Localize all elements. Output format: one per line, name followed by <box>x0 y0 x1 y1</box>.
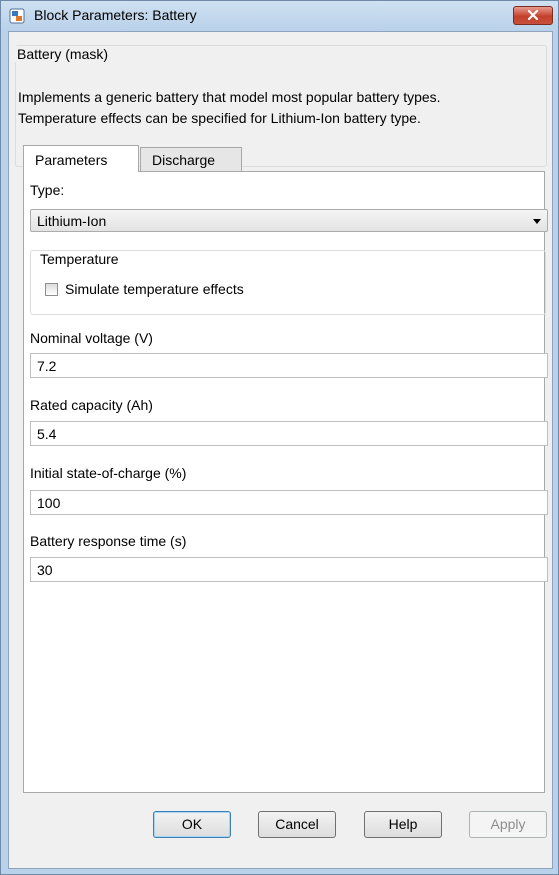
type-dropdown-value: Lithium-Ion <box>37 213 107 229</box>
type-label: Type: <box>30 182 65 198</box>
type-dropdown[interactable]: Lithium-Ion <box>30 209 548 232</box>
mask-description: Implements a generic battery that model … <box>18 87 548 129</box>
mask-title: Battery (mask) <box>15 46 111 62</box>
rated-capacity-field-box <box>30 421 548 446</box>
description-line-1: Implements a generic battery that model … <box>18 89 441 105</box>
rated-capacity-input[interactable] <box>31 422 547 445</box>
window-title: Block Parameters: Battery <box>34 7 197 23</box>
response-time-field-box <box>30 557 548 582</box>
cancel-button[interactable]: Cancel <box>258 811 336 838</box>
simulink-block-icon <box>9 8 25 24</box>
apply-button[interactable]: Apply <box>469 811 547 838</box>
rated-capacity-label: Rated capacity (Ah) <box>30 397 153 413</box>
nominal-voltage-input[interactable] <box>31 354 547 377</box>
parameters-panel: Type: Lithium-Ion Temperature Simulate t… <box>23 171 548 793</box>
simulate-temperature-checkbox[interactable] <box>45 283 58 296</box>
dialog-window: Block Parameters: Battery Battery (mask)… <box>0 0 559 875</box>
initial-soc-input[interactable] <box>31 491 547 514</box>
nominal-voltage-field-box <box>30 353 548 378</box>
help-button[interactable]: Help <box>364 811 442 838</box>
nominal-voltage-label: Nominal voltage (V) <box>30 330 153 346</box>
description-line-2: Temperature effects can be specified for… <box>18 110 421 126</box>
dialog-body: Battery (mask) Implements a generic batt… <box>8 31 553 869</box>
close-button[interactable] <box>513 6 553 25</box>
initial-soc-field-box <box>30 490 548 515</box>
chevron-down-icon <box>533 219 541 224</box>
close-icon <box>527 9 539 21</box>
response-time-label: Battery response time (s) <box>30 533 187 549</box>
temperature-legend: Temperature <box>37 251 122 267</box>
tab-discharge[interactable]: Discharge <box>140 147 242 172</box>
title-bar[interactable]: Block Parameters: Battery <box>1 1 558 31</box>
tab-parameters[interactable]: Parameters <box>23 145 139 172</box>
response-time-input[interactable] <box>31 558 547 581</box>
simulate-temperature-label[interactable]: Simulate temperature effects <box>65 281 244 297</box>
initial-soc-label: Initial state-of-charge (%) <box>30 465 187 481</box>
ok-button[interactable]: OK <box>153 811 231 838</box>
